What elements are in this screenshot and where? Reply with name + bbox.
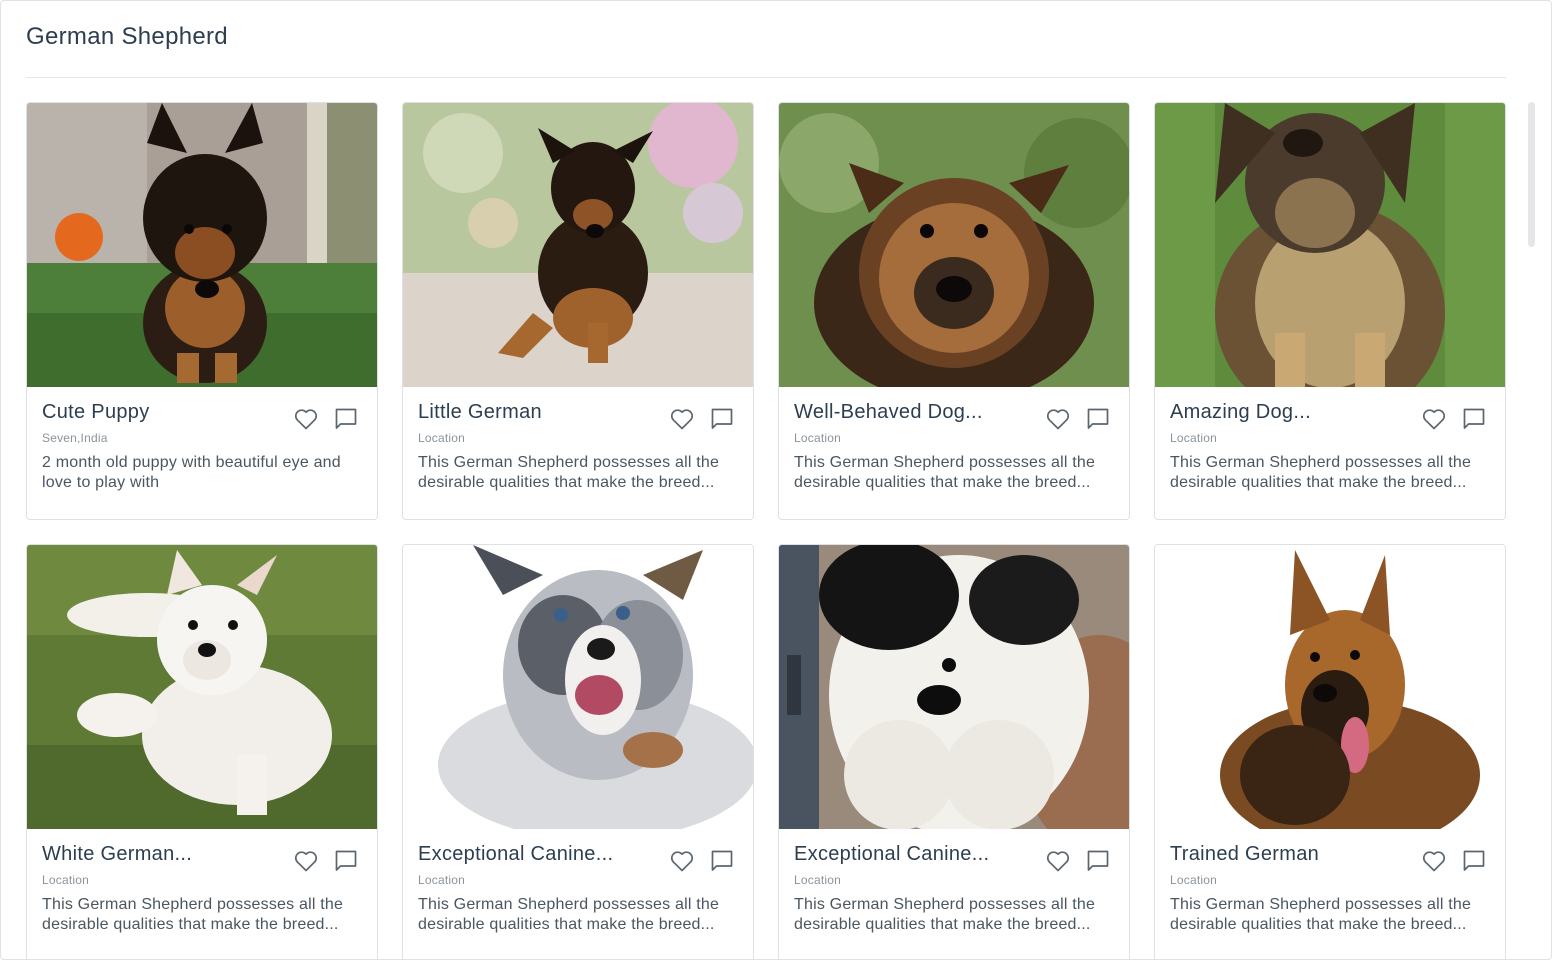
card-title[interactable]: White German... <box>42 843 192 866</box>
gallery-panel: German Shepherd Cute Puppy Seven,India 2… <box>0 0 1552 960</box>
heart-icon <box>294 409 318 430</box>
card-title[interactable]: Exceptional Canine... <box>794 843 989 866</box>
card-location: Location <box>42 873 89 887</box>
dog-card[interactable]: Trained German Location This German Shep… <box>1154 544 1506 959</box>
comment-icon <box>1087 850 1109 871</box>
comment-button[interactable] <box>332 405 360 433</box>
comment-icon <box>335 850 357 871</box>
dog-card[interactable]: Cute Puppy Seven,India 2 month old puppy… <box>26 102 378 520</box>
dog-photo[interactable] <box>1155 545 1505 829</box>
comment-icon <box>711 850 733 871</box>
card-title[interactable]: Little German <box>418 401 542 424</box>
comment-button[interactable] <box>708 405 736 433</box>
card-location: Location <box>1170 873 1217 887</box>
dog-photo[interactable] <box>403 103 753 387</box>
comment-icon <box>1087 408 1109 429</box>
like-button[interactable] <box>1044 405 1072 433</box>
heart-icon <box>670 851 694 872</box>
card-location: Location <box>794 431 841 445</box>
dog-card[interactable]: Well-Behaved Dog... Location This German… <box>778 102 1130 520</box>
title-divider <box>26 77 1506 78</box>
comment-icon <box>1463 850 1485 871</box>
like-button[interactable] <box>1044 847 1072 875</box>
card-location: Location <box>794 873 841 887</box>
card-description: This German Shepherd possesses all the d… <box>42 896 344 933</box>
card-title[interactable]: Amazing Dog... <box>1170 401 1311 424</box>
card-description: This German Shepherd possesses all the d… <box>418 896 720 933</box>
dog-card-grid: Cute Puppy Seven,India 2 month old puppy… <box>26 102 1506 959</box>
card-location: Location <box>418 873 465 887</box>
heart-icon <box>670 409 694 430</box>
dog-photo[interactable] <box>27 103 377 387</box>
like-button[interactable] <box>1420 405 1448 433</box>
card-description: 2 month old puppy with beautiful eye and… <box>42 454 341 491</box>
card-description: This German Shepherd possesses all the d… <box>794 896 1096 933</box>
dog-card[interactable]: White German... Location This German She… <box>26 544 378 959</box>
comment-button[interactable] <box>708 847 736 875</box>
heart-icon <box>1422 409 1446 430</box>
card-location: Location <box>1170 431 1217 445</box>
page-title: German Shepherd <box>26 23 228 50</box>
like-button[interactable] <box>668 847 696 875</box>
heart-icon <box>1422 851 1446 872</box>
comment-button[interactable] <box>1460 405 1488 433</box>
card-description: This German Shepherd possesses all the d… <box>1170 454 1472 491</box>
dog-photo[interactable] <box>1155 103 1505 387</box>
card-title[interactable]: Cute Puppy <box>42 401 150 424</box>
card-title[interactable]: Exceptional Canine... <box>418 843 613 866</box>
like-button[interactable] <box>668 405 696 433</box>
card-title[interactable]: Well-Behaved Dog... <box>794 401 983 424</box>
like-button[interactable] <box>292 405 320 433</box>
dog-photo[interactable] <box>403 545 753 829</box>
card-title[interactable]: Trained German <box>1170 843 1319 866</box>
comment-button[interactable] <box>332 847 360 875</box>
comment-icon <box>1463 408 1485 429</box>
like-button[interactable] <box>1420 847 1448 875</box>
card-description: This German Shepherd possesses all the d… <box>794 454 1096 491</box>
comment-icon <box>335 408 357 429</box>
card-description: This German Shepherd possesses all the d… <box>418 454 720 491</box>
heart-icon <box>1046 851 1070 872</box>
scrollbar-thumb[interactable] <box>1528 102 1535 247</box>
dog-card[interactable]: Exceptional Canine... Location This Germ… <box>402 544 754 959</box>
dog-photo[interactable] <box>779 545 1129 829</box>
dog-card[interactable]: Amazing Dog... Location This German Shep… <box>1154 102 1506 520</box>
dog-photo[interactable] <box>27 545 377 829</box>
card-location: Location <box>418 431 465 445</box>
heart-icon <box>294 851 318 872</box>
heart-icon <box>1046 409 1070 430</box>
like-button[interactable] <box>292 847 320 875</box>
comment-button[interactable] <box>1460 847 1488 875</box>
comment-button[interactable] <box>1084 405 1112 433</box>
dog-photo[interactable] <box>779 103 1129 387</box>
dog-card[interactable]: Exceptional Canine... Location This Germ… <box>778 544 1130 959</box>
card-description: This German Shepherd possesses all the d… <box>1170 896 1472 933</box>
comment-button[interactable] <box>1084 847 1112 875</box>
comment-icon <box>711 408 733 429</box>
card-location: Seven,India <box>42 431 108 445</box>
dog-card[interactable]: Little German Location This German Sheph… <box>402 102 754 520</box>
